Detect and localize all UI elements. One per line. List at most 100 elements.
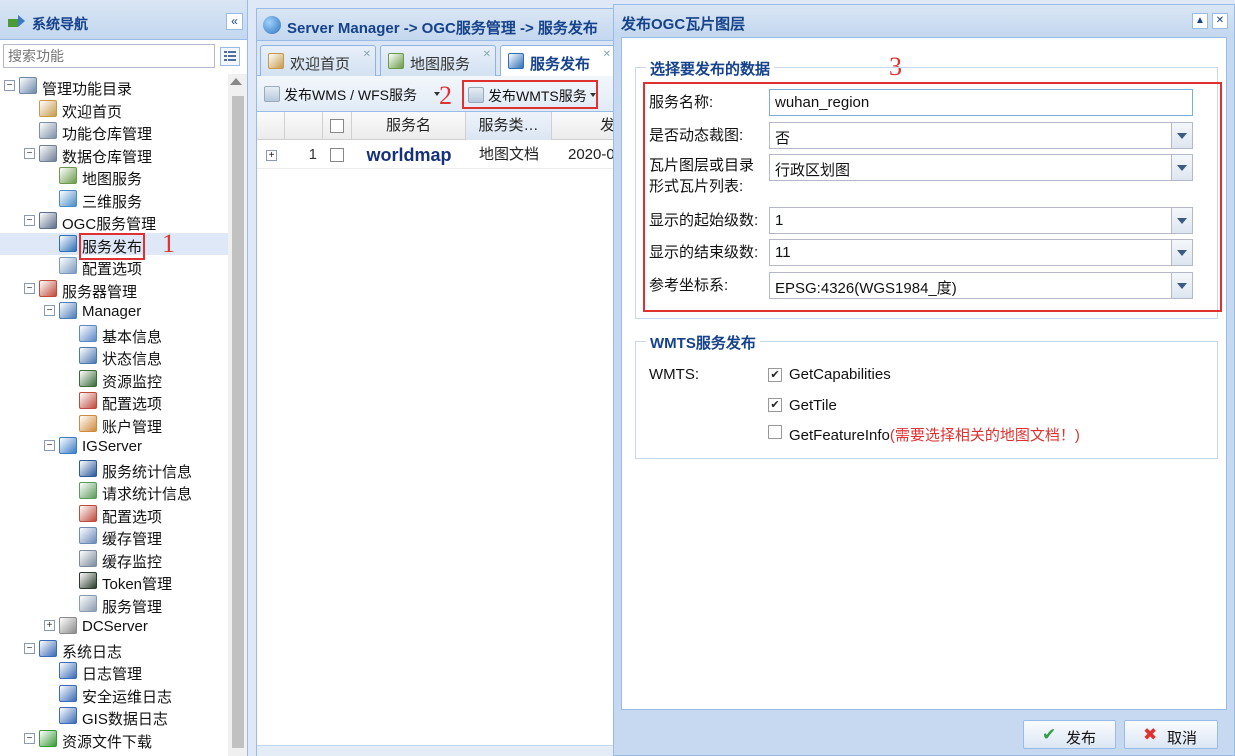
tree-item[interactable]: 地图服务 — [0, 165, 228, 188]
tree-item-label: 数据仓库管理 — [62, 148, 153, 166]
tree-item[interactable]: − 系统日志 — [0, 638, 228, 661]
chevron-down-icon[interactable] — [1171, 155, 1192, 180]
tree-item[interactable]: 状态信息 — [0, 345, 228, 368]
tree-item[interactable]: 缓存管理 — [0, 525, 228, 548]
tree-item[interactable]: Token管理 — [0, 570, 228, 593]
check-icon: ✔ — [1042, 725, 1057, 744]
tree-item[interactable]: 服务发布 — [0, 232, 228, 260]
tree-item[interactable]: 日志管理 — [0, 660, 228, 683]
tree-item-label: 资源监控 — [102, 373, 163, 391]
tree-item[interactable]: 缓存监控 — [0, 548, 228, 571]
search-input[interactable] — [3, 44, 215, 68]
tree-item[interactable]: 服务统计信息 — [0, 458, 228, 481]
table-row[interactable]: + 1 worldmap 地图文档 2020-0 — [257, 141, 617, 169]
download-icon — [39, 729, 57, 747]
tree-item[interactable]: − OGC服务管理 — [0, 210, 228, 233]
column-header-name[interactable]: 服务名 — [352, 112, 466, 140]
info-card-icon — [79, 324, 97, 342]
checkbox[interactable] — [330, 119, 344, 134]
gettile-checkbox[interactable]: ✔ — [768, 398, 782, 412]
expand-row-icon[interactable]: + — [266, 150, 277, 161]
tree-item[interactable]: 功能仓库管理 — [0, 120, 228, 143]
tile-layer-select[interactable]: 行政区划图 — [769, 154, 1193, 181]
tree-item-label: GIS数据日志 — [82, 711, 168, 728]
publish-wmts-button[interactable]: 发布WMTS服务 — [462, 80, 598, 109]
tree-item[interactable]: 资源监控 — [0, 368, 228, 391]
getcapabilities-checkbox[interactable]: ✔ — [768, 368, 782, 382]
close-icon[interactable]: ✕ — [483, 49, 491, 60]
collapse-panel-button[interactable]: « — [226, 13, 243, 30]
button-label: 发布WMS / WFS服务 — [284, 87, 417, 103]
row-checkbox[interactable] — [330, 141, 350, 169]
expand-icon[interactable]: + — [44, 620, 55, 631]
close-icon[interactable]: ✕ — [1212, 13, 1228, 29]
tree-item[interactable]: 配置选项 — [0, 255, 228, 278]
checkbox[interactable] — [330, 148, 344, 163]
grid-header: 服务名 服务类… 发 — [257, 112, 615, 140]
publish-button[interactable]: ✔ 发布 — [1023, 720, 1116, 749]
main-panel: Server Manager -> OGC服务管理 -> 服务发布 欢迎首页 ✕… — [256, 8, 617, 756]
dynamic-clip-select[interactable]: 否 — [769, 122, 1193, 149]
select-all-checkbox[interactable] — [323, 112, 352, 140]
tree-item[interactable]: 欢迎首页 — [0, 98, 228, 121]
tree-item[interactable]: 账户管理 — [0, 413, 228, 436]
ogc-icon — [39, 212, 57, 229]
chevron-down-icon[interactable] — [1171, 123, 1192, 148]
end-level-select[interactable]: 11 — [769, 239, 1193, 266]
globe-icon — [59, 189, 77, 207]
minimize-icon[interactable]: ▲ — [1192, 13, 1208, 29]
tree-item[interactable]: − 服务器管理 — [0, 278, 228, 301]
cell-service-type: 地图文档 — [478, 146, 539, 163]
collapse-icon[interactable]: − — [44, 305, 55, 316]
tree-item[interactable]: − IGServer — [0, 435, 228, 457]
tree-item[interactable]: − Manager — [0, 300, 228, 322]
scroll-up-arrow-icon[interactable] — [230, 78, 242, 85]
getfeatureinfo-checkbox[interactable] — [768, 425, 782, 439]
chevron-down-icon[interactable] — [1171, 240, 1192, 265]
column-header-date[interactable]: 发 — [552, 112, 617, 140]
tree-item[interactable]: GIS数据日志 — [0, 705, 228, 728]
chevron-down-icon[interactable] — [1171, 273, 1192, 298]
collapse-icon[interactable]: − — [24, 215, 35, 226]
tree-item[interactable]: 安全运维日志 — [0, 683, 228, 706]
coordinate-system-select[interactable]: EPSG:4326(WGS1984_度) — [769, 272, 1193, 299]
tree-item-label: 配置选项 — [82, 261, 143, 278]
start-level-select[interactable]: 1 — [769, 207, 1193, 234]
chevron-down-icon[interactable] — [1171, 208, 1192, 233]
tab-welcome[interactable]: 欢迎首页 ✕ — [260, 45, 376, 76]
search-list-button[interactable] — [220, 47, 240, 66]
tree-item[interactable]: 三维服务 — [0, 188, 228, 211]
tree-item-label: 管理功能目录 — [42, 81, 133, 98]
tree-item-label: Token管理 — [102, 576, 173, 593]
tree-item[interactable]: 服务管理 — [0, 593, 228, 616]
tab-map-service[interactable]: 地图服务 ✕ — [380, 45, 496, 76]
publish-wms-wfs-button[interactable]: 发布WMS / WFS服务 — [260, 81, 440, 107]
collapse-icon[interactable]: − — [24, 642, 35, 654]
dynamic-clip-label: 是否动态裁图: — [649, 127, 744, 144]
tree-item[interactable]: − 管理功能目录 — [0, 75, 228, 98]
collapse-icon[interactable]: − — [24, 732, 35, 744]
tree-item[interactable]: − 资源文件下载 — [0, 728, 228, 751]
tab-service-publish[interactable]: 服务发布 ✕ — [500, 45, 616, 77]
close-icon[interactable]: ✕ — [363, 49, 371, 60]
tree-item-label: DCServer — [82, 618, 148, 635]
tree-item[interactable]: 基本信息 — [0, 323, 228, 346]
cell-service-name[interactable]: worldmap — [352, 141, 466, 169]
collapse-icon[interactable]: − — [44, 440, 55, 451]
scrollbar-thumb[interactable] — [232, 96, 244, 748]
collapse-icon[interactable]: − — [24, 147, 35, 159]
tree-item[interactable]: 请求统计信息 — [0, 480, 228, 503]
tree-item[interactable]: 配置选项 — [0, 503, 228, 526]
tree-item[interactable]: + DCServer — [0, 615, 228, 637]
column-header-type[interactable]: 服务类… — [466, 112, 552, 140]
tree-item[interactable]: 配置选项 — [0, 390, 228, 413]
collapse-icon[interactable]: − — [24, 282, 35, 294]
tree-item-label: 配置选项 — [102, 508, 163, 526]
collapse-icon[interactable]: − — [4, 80, 15, 91]
service-name-input[interactable] — [769, 89, 1193, 116]
tree-scrollbar[interactable] — [228, 74, 247, 756]
close-icon[interactable]: ✕ — [603, 49, 611, 60]
cancel-button[interactable]: ✖ 取消 — [1124, 720, 1218, 749]
tree-item-label: 服务管理 — [102, 598, 163, 616]
tree-item[interactable]: − 数据仓库管理 — [0, 143, 228, 166]
